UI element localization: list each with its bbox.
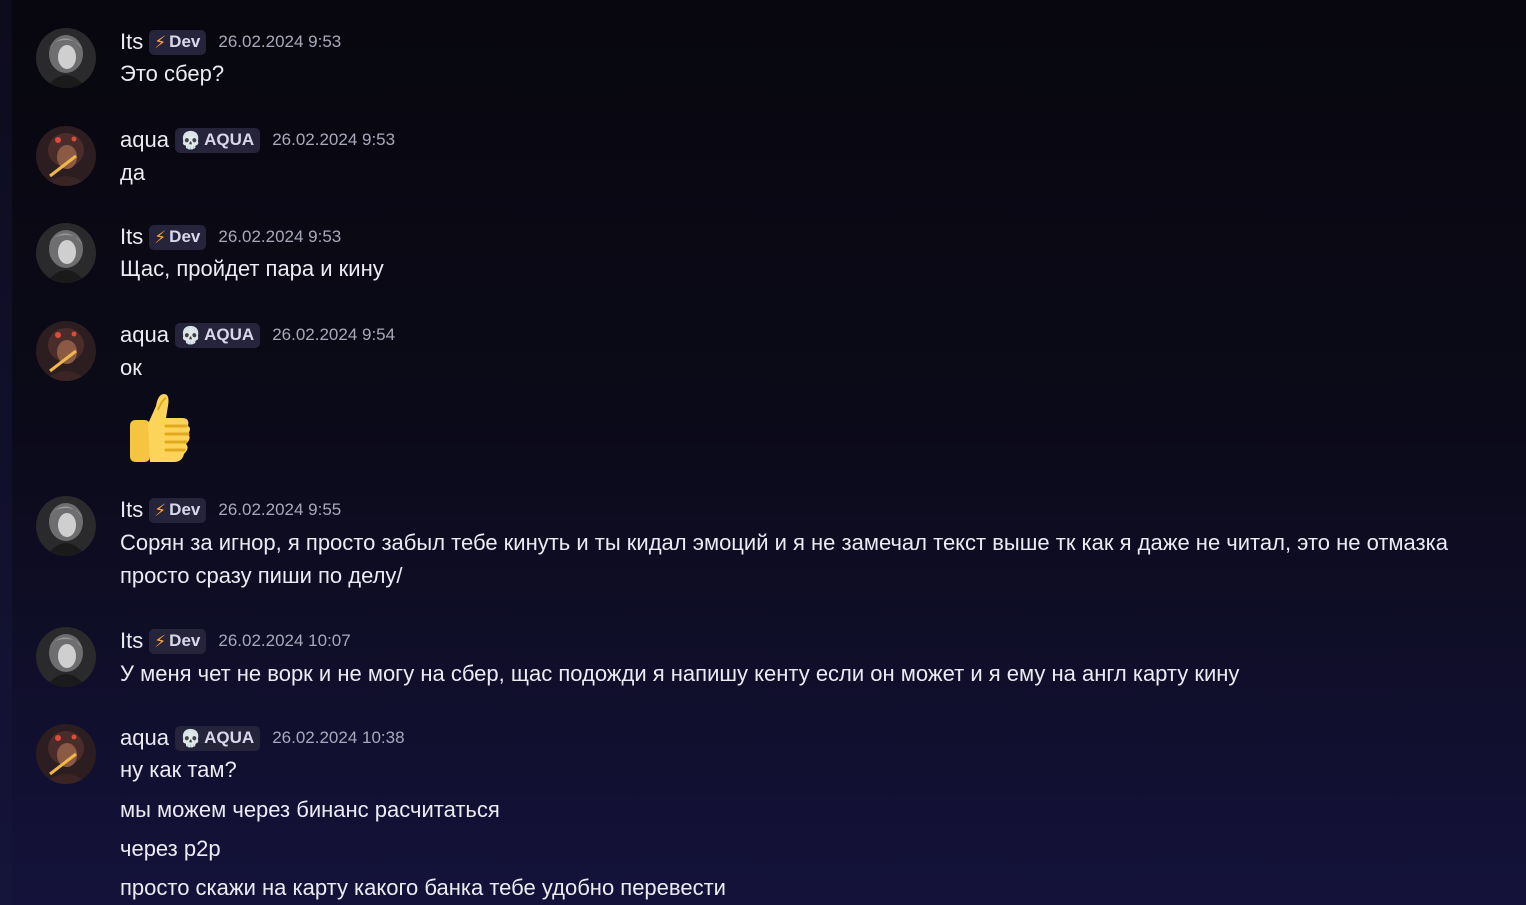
timestamp: 26.02.2024 9:53: [218, 227, 342, 246]
avatar-its[interactable]: [36, 223, 96, 283]
thumbs-up-icon[interactable]: [122, 390, 192, 462]
skull-icon: 💀: [179, 130, 202, 150]
role-badge[interactable]: 💀 AQUA: [174, 322, 261, 348]
skull-icon: 💀: [179, 325, 202, 345]
timestamp: 26.02.2024 10:38: [272, 728, 405, 747]
message-header: aqua 💀 AQUA 26.02.2024 9:53: [120, 126, 395, 154]
message-text: мы можем через бинанс расчитаться: [120, 797, 500, 822]
role-label: AQUA: [204, 325, 255, 344]
timestamp: 26.02.2024 9:54: [272, 325, 396, 344]
message-header: Its ⚡ Dev 26.02.2024 9:53: [120, 223, 341, 251]
message-header: Its ⚡ Dev 26.02.2024 9:55: [120, 496, 341, 524]
timestamp: 26.02.2024 9:55: [218, 500, 342, 519]
message-text: Щас, пройдет пара и кину: [120, 256, 384, 281]
username[interactable]: Its: [120, 627, 143, 655]
skull-icon: 💀: [179, 728, 202, 748]
avatar-aqua-image: [36, 724, 96, 784]
message-header: Its ⚡ Dev 26.02.2024 10:07: [120, 627, 351, 655]
message-text: просто сразу пиши по делу/: [120, 563, 403, 588]
message-text: да: [120, 160, 146, 185]
username[interactable]: aqua: [120, 126, 169, 154]
chat-message-list: Its ⚡ Dev 26.02.2024 9:53 Это сбер? aqua: [0, 0, 1526, 905]
message-text: через p2p: [120, 836, 221, 861]
message-text: просто скажи на карту какого банка тебе …: [120, 875, 726, 900]
avatar-aqua[interactable]: [36, 126, 96, 186]
avatar-aqua-image: [36, 126, 96, 186]
lightning-bolt-icon: ⚡: [154, 500, 167, 520]
lightning-bolt-icon: ⚡: [154, 32, 167, 52]
username[interactable]: aqua: [120, 724, 169, 752]
role-badge[interactable]: 💀 AQUA: [174, 725, 261, 751]
timestamp: 26.02.2024 9:53: [272, 130, 396, 149]
avatar-its[interactable]: [36, 627, 96, 687]
avatar-aqua[interactable]: [36, 321, 96, 381]
role-label: Dev: [169, 631, 201, 650]
lightning-bolt-icon: ⚡: [154, 631, 167, 651]
avatar-its[interactable]: [36, 496, 96, 556]
avatar-aqua-image: [36, 321, 96, 381]
username[interactable]: aqua: [120, 321, 169, 349]
message-header: aqua 💀 AQUA 26.02.2024 10:38: [120, 724, 405, 752]
message-text: У меня чет не ворк и не могу на сбер, ща…: [120, 661, 1240, 686]
message-text: Это сбер?: [120, 61, 225, 86]
message-header: aqua 💀 AQUA 26.02.2024 9:54: [120, 321, 395, 349]
timestamp: 26.02.2024 9:53: [218, 32, 342, 51]
role-badge[interactable]: ⚡ Dev: [149, 497, 207, 523]
role-label: AQUA: [204, 728, 255, 747]
message-header: Its ⚡ Dev 26.02.2024 9:53: [120, 28, 341, 56]
role-badge[interactable]: ⚡ Dev: [149, 628, 207, 654]
avatar-aqua[interactable]: [36, 724, 96, 784]
role-label: Dev: [169, 500, 201, 519]
message-text: ну как там?: [120, 757, 237, 782]
avatar-its-image: [36, 28, 96, 88]
avatar-its-image: [36, 496, 96, 556]
message-text: ок: [120, 355, 142, 380]
role-label: AQUA: [204, 130, 255, 149]
username[interactable]: Its: [120, 28, 143, 56]
avatar-its-image: [36, 627, 96, 687]
role-label: Dev: [169, 227, 201, 246]
role-badge[interactable]: ⚡ Dev: [149, 29, 207, 55]
lightning-bolt-icon: ⚡: [154, 227, 167, 247]
avatar-its[interactable]: [36, 28, 96, 88]
message-text: Сорян за игнор, я просто забыл тебе кину…: [120, 530, 1448, 555]
role-badge[interactable]: ⚡ Dev: [149, 224, 207, 250]
role-label: Dev: [169, 32, 201, 51]
timestamp: 26.02.2024 10:07: [218, 631, 351, 650]
role-badge[interactable]: 💀 AQUA: [174, 127, 261, 153]
username[interactable]: Its: [120, 223, 143, 251]
avatar-its-image: [36, 223, 96, 283]
username[interactable]: Its: [120, 496, 143, 524]
